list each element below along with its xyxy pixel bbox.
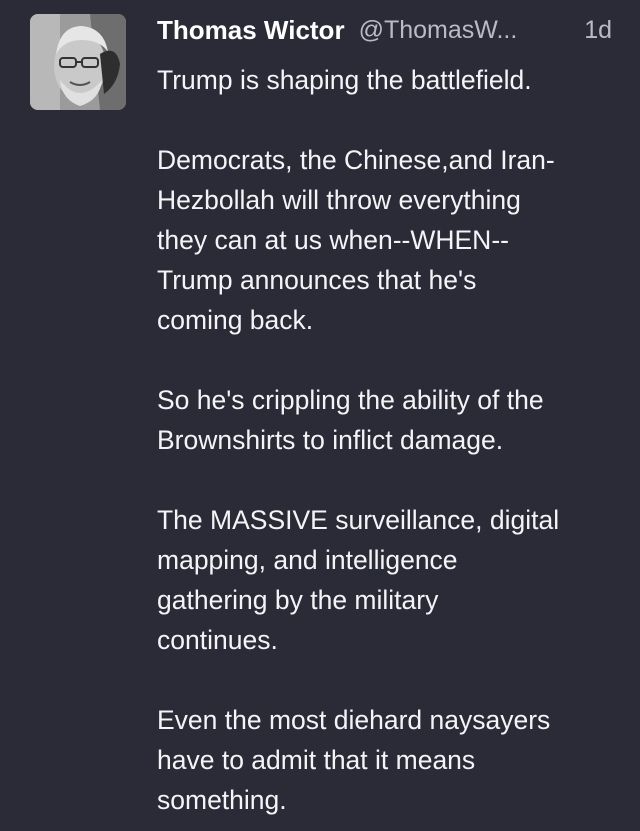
tweet-paragraph: Trump is shaping the battlefield.: [157, 60, 617, 100]
tweet-paragraph: The MASSIVE surveillance, digital mappin…: [157, 500, 617, 660]
text-line: Hezbollah will throw everything: [157, 185, 521, 215]
text-line: Democrats, the Chinese,and Iran-: [157, 145, 555, 175]
avatar[interactable]: [30, 14, 126, 110]
tweet-paragraph: Democrats, the Chinese,and Iran- Hezboll…: [157, 140, 617, 340]
text-line: Trump announces that he's: [157, 265, 477, 295]
tweet-body: Trump is shaping the battlefield. Democr…: [157, 60, 617, 831]
text-line: mapping, and intelligence: [157, 545, 458, 575]
tweet-card[interactable]: Thomas Wictor @ThomasW... 1d Trump is sh…: [0, 0, 640, 831]
text-line: So he's crippling the ability of the: [157, 385, 544, 415]
text-line: coming back.: [157, 305, 314, 335]
text-line: The MASSIVE surveillance, digital: [157, 505, 560, 535]
tweet-header: Thomas Wictor @ThomasW... 1d: [157, 12, 612, 48]
tweet-paragraph: Even the most diehard naysayers have to …: [157, 700, 617, 820]
author-handle[interactable]: @ThomasW...: [359, 16, 565, 45]
tweet-paragraph: So he's crippling the ability of the Bro…: [157, 380, 617, 460]
author-name[interactable]: Thomas Wictor: [157, 15, 345, 46]
text-line: Brownshirts to inflict damage.: [157, 425, 504, 455]
text-line: continues.: [157, 625, 278, 655]
timestamp[interactable]: 1d: [584, 16, 612, 45]
text-line: have to admit that it means: [157, 745, 476, 775]
text-line: they can at us when--WHEN--: [157, 225, 509, 255]
text-line: something.: [157, 785, 287, 815]
text-line: Even the most diehard naysayers: [157, 705, 551, 735]
text-line: Trump is shaping the battlefield.: [157, 65, 532, 95]
text-line: gathering by the military: [157, 585, 439, 615]
profile-photo-icon: [30, 14, 126, 110]
